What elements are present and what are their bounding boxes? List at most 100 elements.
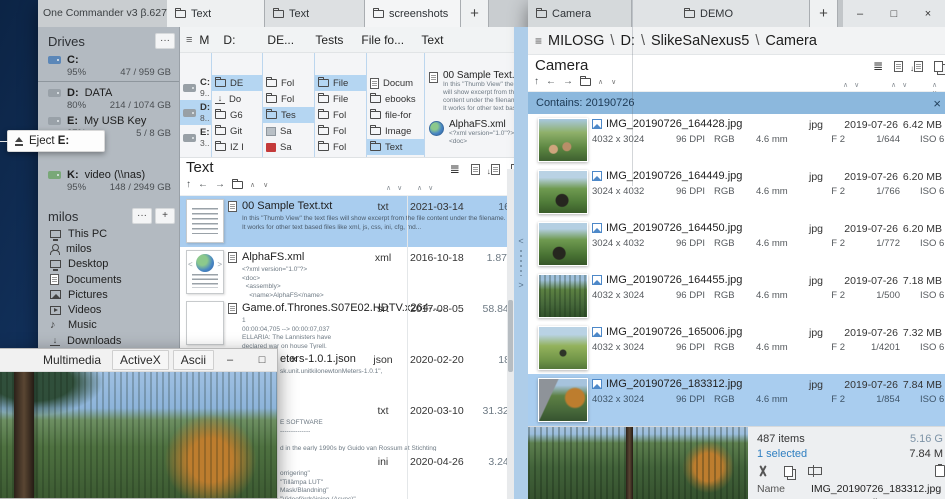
miller-item[interactable]: Sa	[263, 123, 314, 139]
miller-item[interactable]: Text	[367, 139, 424, 155]
user-menu-button[interactable]: ···	[132, 208, 152, 224]
photo-row[interactable]: IMG_20190726_164450.jpg 3024 x 4032 96 DPI…	[528, 218, 945, 270]
new-tab-button[interactable]: +	[461, 0, 489, 27]
viewer-menu-multimedia[interactable]: Multimedia	[36, 351, 108, 369]
tab-screenshots[interactable]: screenshots	[365, 0, 461, 27]
new-file-icon[interactable]	[894, 60, 903, 72]
photo-row[interactable]: IMG_20190726_164428.jpg 4032 x 3024 96 DPI…	[528, 114, 945, 166]
sidebar-item-desktop[interactable]: Desktop	[38, 257, 179, 272]
miller-item[interactable]: Git	[212, 123, 262, 139]
sort-date-icon[interactable]: ∧ ∨	[417, 184, 435, 192]
tab-demo[interactable]: DEMO	[632, 0, 810, 27]
file-row[interactable]: Game.of.Thrones.S07E02.HDTV.x264-... 1 00:…	[180, 298, 551, 349]
tab-camera[interactable]: Camera	[528, 0, 632, 27]
rename-icon[interactable]	[808, 465, 822, 477]
folder-up-icon[interactable]	[580, 75, 591, 86]
miller-item[interactable]: Fol	[315, 107, 366, 123]
breadcrumb-segment[interactable]: File fo...	[358, 33, 418, 47]
splitter-left-icon[interactable]: <	[518, 236, 523, 246]
sidebar-item-music[interactable]: ♪ Music	[38, 318, 179, 333]
miller-item[interactable]: Tes	[263, 107, 314, 123]
eject-drive-button[interactable]: Eject E:	[7, 130, 105, 152]
photo-row[interactable]: IMG_20190726_164449.jpg 3024 x 4032 96 DPI…	[528, 166, 945, 218]
minimize-button[interactable]: –	[843, 0, 877, 27]
sidebar-item-pictures[interactable]: Pictures	[38, 287, 179, 302]
tab-text[interactable]: Text	[265, 0, 365, 27]
drive-item-K[interactable]: K: video (\\nas) 95% 148 / 2949 GB	[38, 166, 179, 194]
back-icon[interactable]: ←	[198, 179, 208, 190]
expand-down-icon[interactable]: ∨	[611, 78, 617, 86]
sidebar-item-documents[interactable]: Documents	[38, 272, 179, 287]
sidebar-item-this-pc[interactable]: This PC	[38, 226, 179, 241]
photo-row[interactable]: IMG_20190726_164455.jpg 4032 x 3024 96 DPI…	[528, 270, 945, 322]
folder-up-icon[interactable]	[232, 178, 243, 189]
paste-icon[interactable]	[935, 464, 945, 477]
sort-ext-icon-right[interactable]: ∧ ∨	[843, 81, 861, 89]
miller-item[interactable]: Fol	[315, 139, 366, 155]
file-row[interactable]: < > AlphaFS.xml <?xml version="1.0"?> <doc> …	[180, 247, 551, 298]
breadcrumb-segment[interactable]: Text	[418, 33, 458, 47]
miller-item[interactable]: Docum	[367, 75, 424, 91]
miller-item[interactable]: E: 3..	[180, 125, 211, 150]
miller-item[interactable]: File	[315, 75, 366, 91]
miller-item[interactable]: File	[315, 91, 366, 107]
miller-item[interactable]: C: 9..	[180, 75, 211, 100]
miller-item[interactable]: ebooks	[367, 91, 424, 107]
breadcrumb-segment[interactable]: Camera	[765, 33, 817, 49]
pane-splitter[interactable]: < >	[514, 27, 528, 499]
miller-item[interactable]: Fol	[263, 91, 314, 107]
drives-menu-button[interactable]: ···	[155, 33, 175, 49]
close-button[interactable]: ×	[911, 0, 945, 27]
cut-icon[interactable]	[757, 465, 769, 477]
file-row[interactable]: 00 Sample Text.txt In this "Thumb View" t…	[180, 196, 551, 247]
forward-icon[interactable]: →	[215, 179, 225, 190]
sort-date-icon-right[interactable]: ∧ ∨	[891, 81, 909, 89]
photo-row[interactable]: IMG_20190726_183312.jpg 4032 x 3024 96 DPI…	[528, 374, 945, 426]
duplicate-icon[interactable]	[934, 60, 943, 72]
breadcrumb-segment[interactable]: DE...	[264, 33, 312, 47]
sidebar-item-downloads[interactable]: ↓ Downloads	[38, 333, 179, 348]
miller-item[interactable]: DE	[212, 75, 262, 91]
miller-item[interactable]: Fol	[315, 123, 366, 139]
viewer-close-button[interactable]: ×	[278, 354, 310, 366]
import-file-icon[interactable]	[487, 163, 500, 176]
copy-icon[interactable]	[784, 465, 793, 477]
file-list-scrollbar[interactable]	[507, 169, 514, 499]
miller-item[interactable]: Fol	[263, 75, 314, 91]
maximize-button[interactable]: □	[877, 0, 911, 27]
filter-close-icon[interactable]: ×	[933, 96, 941, 111]
viewer-minimize-button[interactable]: –	[214, 354, 246, 366]
splitter-right-icon[interactable]: >	[518, 280, 523, 290]
miller-item[interactable]: Sa	[263, 139, 314, 155]
viewer-maximize-button[interactable]: □	[246, 354, 278, 366]
forward-icon[interactable]: →	[563, 76, 573, 87]
add-favorite-button[interactable]: +	[155, 208, 175, 224]
tab-text[interactable]: Text	[167, 0, 265, 27]
breadcrumb-segment[interactable]: SlikeSaNexus5	[651, 33, 749, 49]
miller-item[interactable]: ↓ Do	[212, 91, 262, 107]
splitter-grip[interactable]	[520, 250, 522, 276]
up-icon[interactable]: ↑	[186, 179, 191, 190]
photo-row[interactable]: IMG_20190726_165006.jpg 4032 x 3024 96 DPI…	[528, 322, 945, 374]
miller-item[interactable]: D: 8..	[180, 100, 211, 125]
breadcrumb-segment[interactable]: D:	[620, 33, 635, 49]
miller-item[interactable]: file-for	[367, 107, 424, 123]
sidebar-item-videos[interactable]: Videos	[38, 302, 179, 317]
expand-up-icon[interactable]: ∧	[598, 78, 604, 86]
viewer-menu-activex[interactable]: ActiveX	[112, 350, 169, 370]
view-mode-icon[interactable]: ≣	[450, 162, 460, 176]
expand-down-icon[interactable]: ∨	[263, 181, 269, 189]
sort-ext-icon[interactable]: ∧ ∨	[386, 184, 404, 192]
miller-item[interactable]: IZ I	[212, 139, 262, 155]
drive-item-C[interactable]: C: 95% 47 / 959 GB	[38, 51, 179, 79]
expand-up-icon[interactable]: ∧	[250, 181, 256, 189]
back-icon[interactable]: ←	[546, 76, 556, 87]
menu-icon-right[interactable]: ≡	[535, 34, 542, 48]
import-file-icon[interactable]	[910, 60, 923, 73]
breadcrumb-segment[interactable]: M	[196, 33, 220, 47]
breadcrumb-segment[interactable]: Tests	[312, 33, 358, 47]
miller-item[interactable]: Image	[367, 123, 424, 139]
view-mode-icon[interactable]: ≣	[873, 59, 883, 73]
up-icon[interactable]: ↑	[534, 76, 539, 87]
viewer-menu-ascii[interactable]: Ascii	[172, 350, 215, 370]
